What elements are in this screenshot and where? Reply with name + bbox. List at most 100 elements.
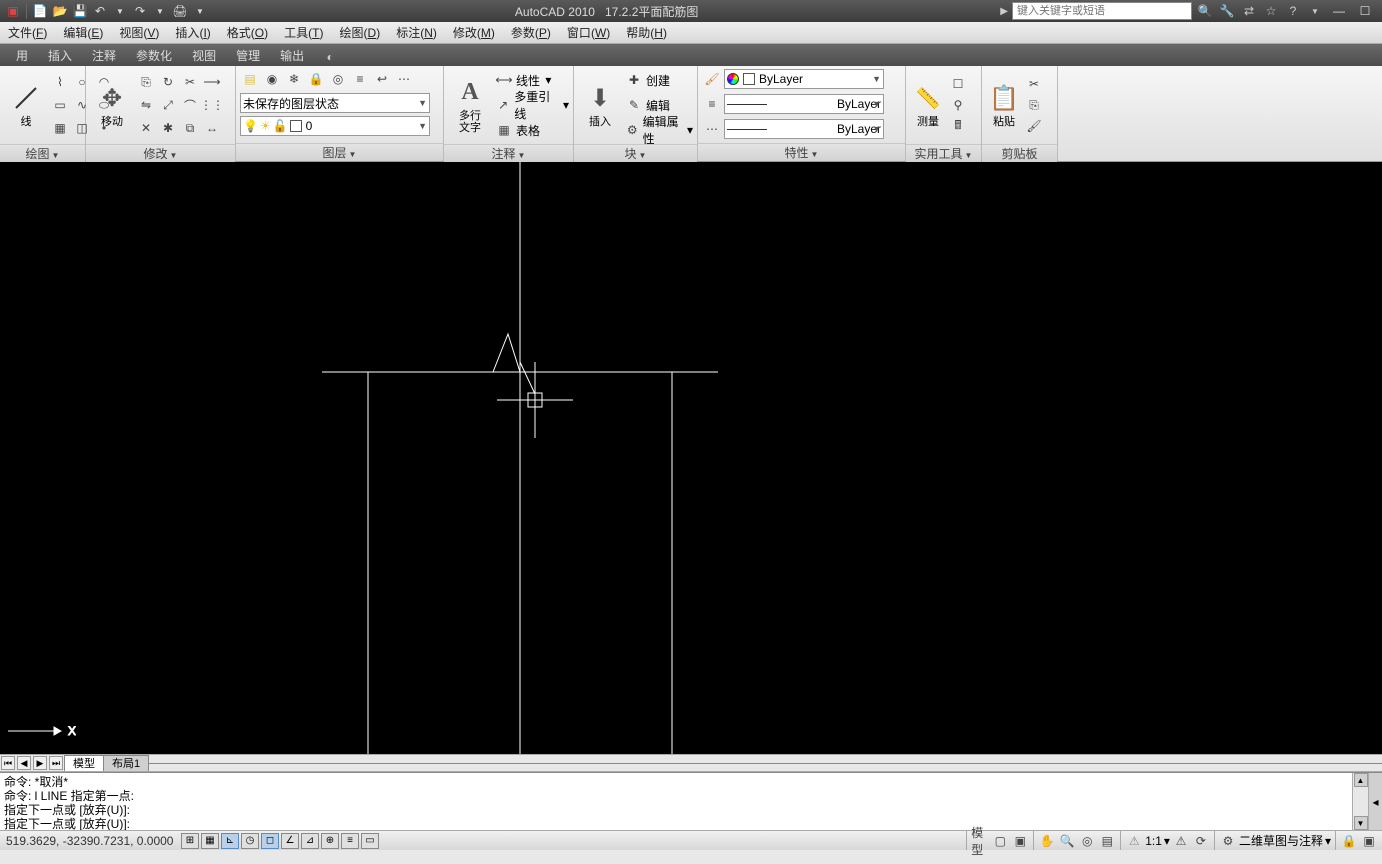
tab-insert[interactable]: 插入	[38, 46, 82, 66]
grid-toggle[interactable]: ▦	[201, 833, 219, 849]
calc-tool[interactable]: 🖩	[948, 116, 968, 136]
layer-lock-tool[interactable]: 🔒	[306, 69, 326, 89]
scroll-down[interactable]: ▼	[1354, 816, 1368, 830]
explode-tool[interactable]: ✱	[158, 118, 178, 138]
line-tool[interactable]: 线	[4, 68, 48, 142]
new-button[interactable]: 📄	[31, 2, 49, 20]
pline-tool[interactable]: ⌇	[50, 72, 70, 92]
ribbon-ext-icon[interactable]: ◐	[320, 48, 340, 66]
scroll-up[interactable]: ▲	[1354, 773, 1368, 787]
undo-drop[interactable]: ▼	[111, 2, 129, 20]
copy-clip-tool[interactable]: ⎘	[1024, 95, 1044, 115]
matchprop-tool[interactable]: 🖌	[702, 69, 722, 89]
help-drop[interactable]: ▼	[1306, 2, 1324, 20]
block-attr-tool[interactable]: ⚙编辑属性 ▾	[624, 119, 693, 141]
snap-toggle[interactable]: ⊞	[181, 833, 199, 849]
offset-tool[interactable]: ⧉	[180, 118, 200, 138]
layer-props-tool[interactable]: ▤	[240, 69, 260, 89]
layer-current-combo[interactable]: 💡 ☀ 🔓 0▼	[240, 116, 430, 136]
mleader-tool[interactable]: ↗多重引线 ▾	[494, 94, 569, 116]
fillet-tool[interactable]: ⌒	[180, 95, 200, 115]
tab-prev[interactable]: ◀	[17, 756, 31, 770]
menu-file[interactable]: 文件(F)	[0, 23, 55, 43]
cmd-scrollbar[interactable]: ▲ ▼	[1352, 773, 1368, 830]
block-create-tool[interactable]: ✚创建	[624, 69, 693, 91]
tab-last[interactable]: ⏭	[49, 756, 63, 770]
app-menu-button[interactable]: ▣	[4, 2, 22, 20]
erase-tool[interactable]: ✕	[136, 118, 156, 138]
pan-btn[interactable]: ✋	[1038, 833, 1056, 849]
matchprop2-tool[interactable]: 🖌	[1024, 116, 1044, 136]
tab-next[interactable]: ▶	[33, 756, 47, 770]
steer-btn[interactable]: ◎	[1078, 833, 1096, 849]
menu-view[interactable]: 视图(V)	[111, 23, 167, 43]
layer-state-combo[interactable]: 未保存的图层状态▼	[240, 93, 430, 113]
ortho-toggle[interactable]: ⊾	[221, 833, 239, 849]
osnap-toggle[interactable]: ◻	[261, 833, 279, 849]
ltype-tool[interactable]: ⋯	[702, 119, 722, 139]
layer-iso-tool[interactable]: ◎	[328, 69, 348, 89]
help-icon[interactable]: ?	[1284, 2, 1302, 20]
cmd-grip[interactable]: ◂	[1368, 773, 1382, 830]
tab-view[interactable]: 视图	[182, 46, 226, 66]
menu-dim[interactable]: 标注(N)	[388, 23, 445, 43]
exchange-icon[interactable]: ⇄	[1240, 2, 1258, 20]
tab-annotate[interactable]: 注释	[82, 46, 126, 66]
undo-button[interactable]: ↶	[91, 2, 109, 20]
otrack-toggle[interactable]: ∠	[281, 833, 299, 849]
paste-tool[interactable]: 📋 粘贴	[986, 68, 1022, 142]
redo-drop[interactable]: ▼	[151, 2, 169, 20]
hw-accel-btn[interactable]: ▣	[1360, 833, 1378, 849]
color-combo[interactable]: ByLayer▼	[724, 69, 884, 89]
layer-freeze-tool[interactable]: ❄	[284, 69, 304, 89]
dyn-toggle[interactable]: ⊕	[321, 833, 339, 849]
stretch-tool[interactable]: ↔	[202, 118, 222, 138]
qselect-tool[interactable]: ⚲	[948, 95, 968, 115]
qv-btn[interactable]: ▣	[1011, 833, 1029, 849]
cut-tool[interactable]: ✂	[1024, 74, 1044, 94]
wrench-icon[interactable]: 🔧	[1218, 2, 1236, 20]
annovis-btn[interactable]: ⚠	[1172, 833, 1190, 849]
showmotion-btn[interactable]: ▤	[1098, 833, 1116, 849]
layer-match-tool[interactable]: ≡	[350, 69, 370, 89]
polar-toggle[interactable]: ◷	[241, 833, 259, 849]
qp-toggle[interactable]: ▭	[361, 833, 379, 849]
trim-tool[interactable]: ✂	[180, 72, 200, 92]
print-button[interactable]: 🖨	[171, 2, 189, 20]
layer-prev-tool[interactable]: ↩	[372, 69, 392, 89]
menu-window[interactable]: 窗口(W)	[559, 23, 618, 43]
lwt-toggle[interactable]: ≡	[341, 833, 359, 849]
ducs-toggle[interactable]: ⊿	[301, 833, 319, 849]
layer-more-tool[interactable]: ⋯	[394, 69, 414, 89]
move-tool[interactable]: ✥ 移动	[90, 68, 134, 142]
drawing-canvas[interactable]: X	[0, 162, 1382, 754]
layout-btn[interactable]: ▢	[991, 833, 1009, 849]
menu-format[interactable]: 格式(O)	[219, 23, 276, 43]
select-tool[interactable]: ☐	[948, 74, 968, 94]
layer-off-tool[interactable]: ◉	[262, 69, 282, 89]
lweight-combo[interactable]: ByLayer▼	[724, 94, 884, 114]
save-button[interactable]: 💾	[71, 2, 89, 20]
copy-tool[interactable]: ⎘	[136, 72, 156, 92]
redo-button[interactable]: ↷	[131, 2, 149, 20]
measure-tool[interactable]: 📏 测量	[910, 68, 946, 142]
tab-layout1[interactable]: 布局1	[103, 755, 149, 771]
command-window[interactable]: 命令: *取消* 命令: l LINE 指定第一点: 指定下一点或 [放弃(U)…	[0, 772, 1382, 830]
mirror-tool[interactable]: ⇋	[136, 95, 156, 115]
annoauto-btn[interactable]: ⟳	[1192, 833, 1210, 849]
menu-edit[interactable]: 编辑(E)	[55, 23, 111, 43]
menu-help[interactable]: 帮助(H)	[618, 23, 675, 43]
table-tool[interactable]: ▦表格	[494, 119, 569, 141]
menu-insert[interactable]: 插入(I)	[167, 23, 218, 43]
insert-tool[interactable]: ⬇ 插入	[578, 68, 622, 142]
lweight-tool[interactable]: ≡	[702, 94, 722, 114]
menu-draw[interactable]: 绘图(D)	[332, 23, 389, 43]
qat-drop[interactable]: ▼	[191, 2, 209, 20]
tab-first[interactable]: ⏮	[1, 756, 15, 770]
coordinates[interactable]: 519.3629, -32390.7231, 0.0000	[0, 834, 180, 848]
menu-param[interactable]: 参数(P)	[503, 23, 559, 43]
maximize-button[interactable]: ☐	[1354, 2, 1376, 20]
menu-modify[interactable]: 修改(M)	[445, 23, 503, 43]
hatch-tool[interactable]: ▦	[50, 118, 70, 138]
model-space-btn[interactable]: 模型	[971, 833, 989, 849]
